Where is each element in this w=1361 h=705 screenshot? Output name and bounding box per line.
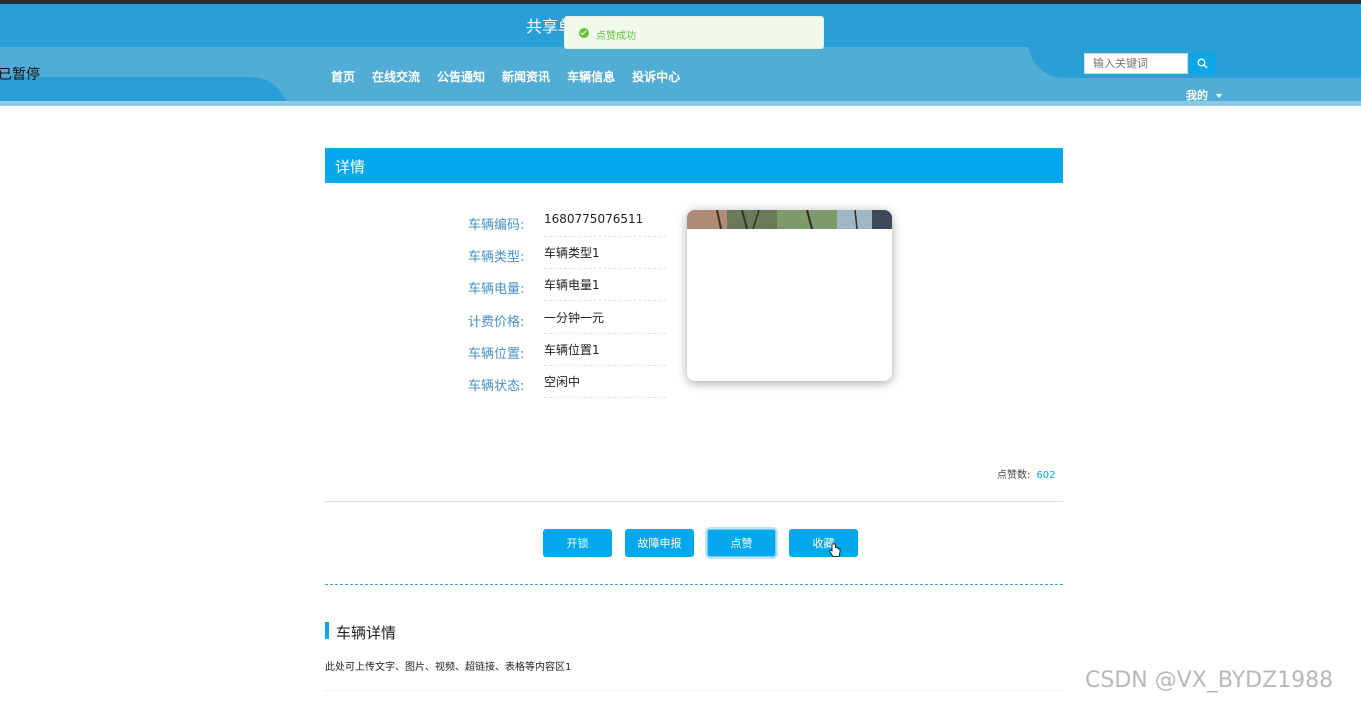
search-icon xyxy=(1197,58,1208,69)
field-value: 车辆位置1 xyxy=(544,341,666,366)
field-label: 车辆位置: xyxy=(468,347,525,362)
search-input[interactable] xyxy=(1084,53,1188,74)
vehicle-photo xyxy=(687,210,892,229)
nav-vehicle[interactable]: 车辆信息 xyxy=(567,68,615,85)
field-value: 车辆类型1 xyxy=(544,244,666,269)
header-bottom-band xyxy=(0,101,1361,106)
field-value: 1680775076511 xyxy=(544,212,666,237)
dashed-divider xyxy=(325,584,1063,585)
nav-forum[interactable]: 在线交流 xyxy=(372,68,420,85)
page: 已暂停 共享单 首页 在线交流 公告通知 新闻资讯 车辆信息 投诉中心 我的 点… xyxy=(0,0,1361,705)
nav-news[interactable]: 新闻资讯 xyxy=(502,68,550,85)
check-circle-icon xyxy=(579,28,589,38)
likes-number: 602 xyxy=(1036,470,1056,481)
section-content: 此处可上传文字、图片、视频、超链接、表格等内容区1 xyxy=(325,662,572,673)
field-value: 车辆电量1 xyxy=(544,276,666,301)
field-value: 空闲中 xyxy=(544,373,666,398)
nav-complaint[interactable]: 投诉中心 xyxy=(632,68,680,85)
field-label: 车辆编码: xyxy=(468,218,525,233)
detail-title: 详情 xyxy=(335,158,366,176)
unlock-button[interactable]: 开锁 xyxy=(543,529,612,557)
main-nav: 首页 在线交流 公告通知 新闻资讯 车辆信息 投诉中心 xyxy=(331,68,697,85)
detail-title-bar: 详情 xyxy=(325,148,1063,183)
nav-notice[interactable]: 公告通知 xyxy=(437,68,485,85)
divider xyxy=(325,501,1063,502)
watermark: CSDN @VX_BYDZ1988 xyxy=(1085,668,1334,693)
success-toast: 点赞成功 xyxy=(564,16,824,49)
report-fault-button[interactable]: 故障申报 xyxy=(625,529,694,557)
section-title: 车辆详情 xyxy=(336,624,397,642)
caret-down-icon xyxy=(1216,94,1222,98)
likes-label: 点赞数: xyxy=(997,470,1031,481)
bottom-divider xyxy=(325,690,1063,691)
like-button[interactable]: 点赞 xyxy=(705,527,778,559)
likes-count: 点赞数: 602 xyxy=(997,466,1055,481)
field-value: 一分钟一元 xyxy=(544,309,666,334)
field-battery: 车辆电量: 车辆电量1 xyxy=(460,273,670,305)
hand-cursor-icon xyxy=(829,543,841,557)
section-accent-bar xyxy=(325,622,329,639)
field-location: 车辆位置: 车辆位置1 xyxy=(460,338,670,370)
field-label: 车辆类型: xyxy=(468,250,525,265)
toast-message: 点赞成功 xyxy=(596,31,636,42)
my-menu-label: 我的 xyxy=(1186,89,1208,102)
vehicle-image-card xyxy=(687,210,892,381)
nav-home[interactable]: 首页 xyxy=(331,68,355,85)
field-label: 车辆电量: xyxy=(468,282,525,297)
search-button[interactable] xyxy=(1189,53,1216,74)
field-label: 车辆状态: xyxy=(468,379,525,394)
field-label: 计费价格: xyxy=(468,315,525,330)
field-code: 车辆编码: 1680775076511 xyxy=(460,209,670,241)
favorite-button[interactable]: 收藏 xyxy=(789,529,858,557)
my-menu[interactable]: 我的 xyxy=(1186,87,1222,103)
field-status: 车辆状态: 空闲中 xyxy=(460,370,670,402)
paused-label: 已暂停 xyxy=(0,67,40,83)
field-type: 车辆类型: 车辆类型1 xyxy=(460,241,670,273)
field-price: 计费价格: 一分钟一元 xyxy=(460,306,670,338)
